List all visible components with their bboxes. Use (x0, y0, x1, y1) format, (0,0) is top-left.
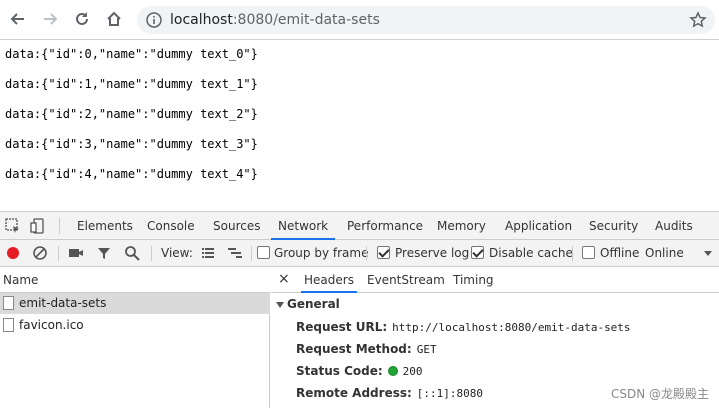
divider (251, 246, 252, 261)
tab-timing[interactable]: Timing (453, 267, 494, 293)
throttle-select[interactable]: Online (645, 246, 684, 260)
group-by-frame-checkbox[interactable] (257, 246, 270, 259)
remote-address-row: Remote Address: [::1]:8080 (296, 386, 483, 400)
tab-audits[interactable]: Audits (655, 212, 693, 240)
record-icon[interactable] (5, 245, 21, 261)
divider (59, 218, 60, 234)
view-label: View: (161, 246, 193, 260)
url-text: localhost:8080/emit-data-sets (170, 12, 380, 28)
name-column-header: Name (3, 273, 39, 287)
forward-arrow-icon (44, 13, 58, 25)
bookmark-star-icon[interactable] (689, 11, 707, 29)
home-icon (107, 11, 121, 26)
close-icon[interactable]: × (278, 271, 290, 287)
divider (58, 246, 59, 261)
request-row[interactable]: emit-data-sets (0, 293, 270, 314)
request-url-value: http://localhost:8080/emit-data-sets (392, 321, 631, 334)
reload-icon (76, 12, 88, 25)
triangle-down-icon (276, 301, 284, 308)
tab-console[interactable]: Console (147, 212, 195, 240)
back-arrow-icon (10, 13, 24, 25)
offline-checkbox[interactable] (582, 246, 595, 259)
status-code-label: Status Code: (296, 364, 383, 378)
back-button[interactable] (7, 8, 29, 30)
status-ok-icon (387, 366, 398, 376)
filter-icon[interactable] (96, 245, 112, 261)
status-code-value: 200 (402, 365, 423, 378)
tab-application[interactable]: Application (505, 212, 572, 240)
status-code-row: Status Code: 200 (296, 364, 423, 378)
request-url-label: Request URL: (296, 320, 388, 334)
preserve-log-label: Preserve log (395, 246, 470, 260)
url-path: :8080/emit-data-sets (232, 12, 380, 28)
device-toolbar-icon[interactable] (30, 217, 48, 235)
search-icon[interactable] (124, 245, 140, 261)
large-rows-icon[interactable] (200, 245, 216, 261)
request-url-row: Request URL: http://localhost:8080/emit-d… (296, 320, 631, 334)
divider (366, 246, 367, 261)
screenshot-camera-icon[interactable] (68, 245, 84, 261)
browser-toolbar: localhost:8080/emit-data-sets (0, 0, 719, 40)
group-by-frame-label: Group by frame (274, 246, 369, 260)
tab-performance[interactable]: Performance (347, 212, 423, 240)
tab-security[interactable]: Security (589, 212, 638, 240)
request-method-row: Request Method: GET (296, 342, 437, 356)
remote-address-label: Remote Address: (296, 386, 412, 400)
reload-button[interactable] (71, 8, 93, 30)
inspect-element-icon[interactable] (4, 217, 22, 235)
data-line: data:{"id":4,"name":"dummy text_4"} (5, 167, 258, 181)
address-bar[interactable]: localhost:8080/emit-data-sets (137, 6, 715, 34)
requests-pane: Name emit-data-sets favicon.ico (0, 267, 270, 408)
devtools-tab-bar: Elements Console Sources Network Perform… (0, 212, 719, 240)
data-line: data:{"id":1,"name":"dummy text_1"} (5, 77, 258, 91)
waterfall-overview-icon[interactable] (227, 245, 243, 261)
tab-memory[interactable]: Memory (437, 212, 486, 240)
disable-cache-label: Disable cache (489, 246, 573, 260)
remote-address-value: [::1]:8080 (416, 387, 484, 400)
tab-elements[interactable]: Elements (77, 212, 133, 240)
general-section-toggle[interactable]: General (276, 297, 340, 311)
dropdown-arrow-icon[interactable] (702, 247, 714, 259)
devtools-panel: Elements Console Sources Network Perform… (0, 211, 719, 408)
preserve-log-checkbox[interactable] (377, 246, 390, 259)
data-line: data:{"id":2,"name":"dummy text_2"} (5, 107, 258, 121)
data-line: data:{"id":0,"name":"dummy text_0"} (5, 47, 258, 61)
divider (572, 246, 573, 261)
request-method-value: GET (416, 343, 437, 356)
tab-headers[interactable]: Headers (301, 267, 357, 293)
url-host: localhost (170, 12, 233, 28)
request-method-label: Request Method: (296, 342, 412, 356)
tab-sources[interactable]: Sources (213, 212, 260, 240)
divider (151, 246, 152, 261)
tab-network[interactable]: Network (271, 212, 336, 240)
requests-header[interactable]: Name (0, 267, 270, 293)
request-name: favicon.ico (19, 318, 84, 332)
clear-icon[interactable] (32, 245, 48, 261)
document-icon (3, 296, 14, 310)
home-button[interactable] (103, 8, 125, 30)
data-line: data:{"id":3,"name":"dummy text_3"} (5, 137, 258, 151)
disable-cache-checkbox[interactable] (471, 246, 484, 259)
document-icon (3, 318, 14, 332)
details-tab-bar: × Headers EventStream Timing (271, 267, 719, 293)
section-title: General (287, 297, 340, 311)
watermark: CSDN @龙殿殿主 (610, 387, 709, 401)
network-toolbar: View: Group by frame Preserve log Disabl… (0, 240, 719, 267)
info-icon[interactable] (146, 12, 162, 28)
request-row[interactable]: favicon.ico (0, 315, 270, 336)
forward-button[interactable] (39, 8, 61, 30)
tab-eventstream[interactable]: EventStream (367, 267, 445, 293)
page-content: data:{"id":0,"name":"dummy text_0"} data… (0, 40, 719, 210)
offline-label: Offline (600, 246, 640, 260)
request-name: emit-data-sets (19, 296, 107, 310)
